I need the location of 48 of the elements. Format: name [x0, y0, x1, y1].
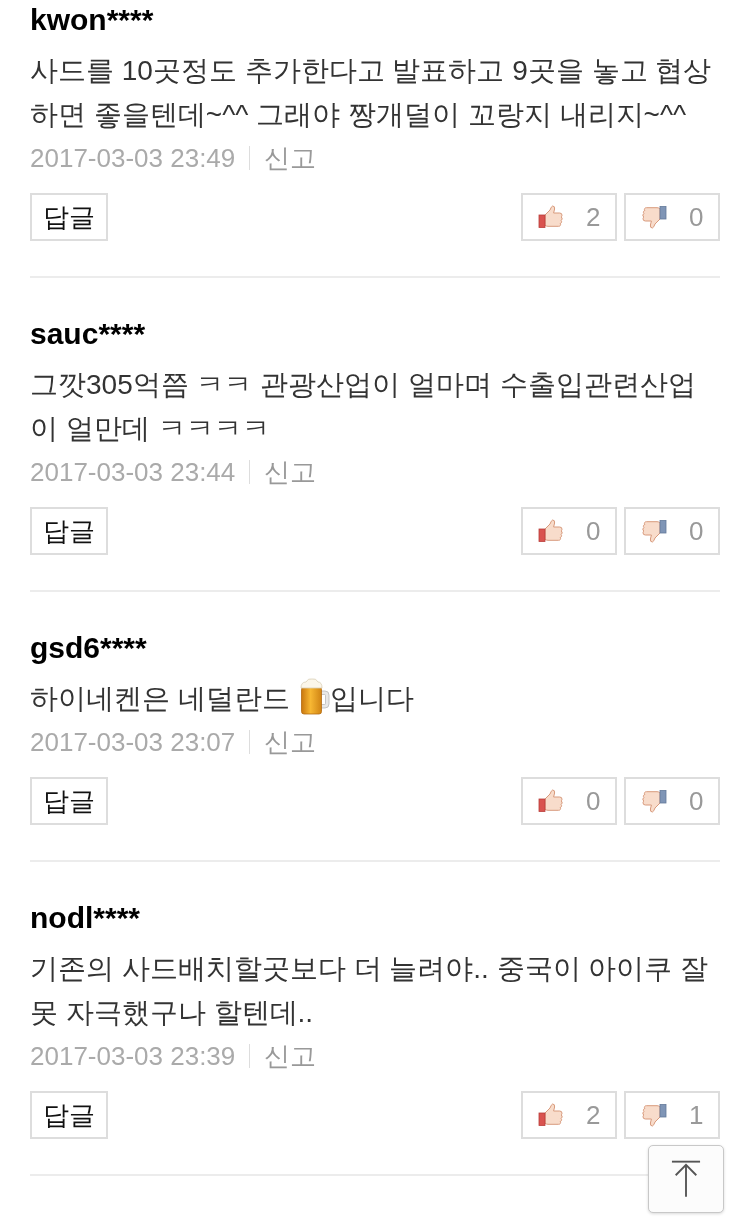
reply-button[interactable]: 답글: [30, 1091, 108, 1139]
reply-button[interactable]: 답글: [30, 507, 108, 555]
dislike-count: 0: [689, 515, 704, 547]
thumbs-up-icon: [538, 519, 564, 543]
beer-mug-icon: [299, 678, 330, 716]
username: nodl****: [30, 901, 141, 935]
thumbs-up-icon: [538, 1103, 564, 1127]
comment-date: 2017-03-03 23:44: [30, 457, 236, 487]
scroll-to-top-button[interactable]: [648, 1145, 724, 1213]
username: gsd6****: [30, 631, 148, 665]
like-count: 2: [586, 201, 601, 233]
comment-text: 사드를 10곳정도 추가한다고 발표하고 9곳을 놓고 협상하면 좋을텐데~^^ 그래야 짱개덜이 꼬랑지 내리지~^^: [30, 55, 712, 130]
dislike-count: 0: [689, 785, 704, 817]
reply-button[interactable]: 답글: [30, 777, 108, 825]
like-count: 2: [586, 1099, 601, 1131]
thumbs-up-icon: [538, 205, 564, 229]
thumbs-down-icon: [641, 789, 667, 813]
comment-text: 입니다: [329, 683, 414, 714]
username: kwon****: [30, 3, 155, 37]
comment-date: 2017-03-03 23:39: [30, 1041, 236, 1071]
thumbs-up-icon: [538, 789, 564, 813]
comment-date: 2017-03-03 23:07: [30, 727, 236, 757]
comment-text: 그깟305억쯤 ㅋㅋ 관광산업이 얼마며 수출입관련산업이 얼만데 ㅋㅋㅋㅋ: [30, 369, 696, 444]
dislike-count: 0: [689, 201, 704, 233]
dislike-button[interactable]: 0: [624, 777, 720, 825]
comment-text: 하이네켄은 네덜란드: [30, 683, 290, 714]
comment-date: 2017-03-03 23:49: [30, 143, 236, 173]
dislike-button[interactable]: 0: [624, 507, 720, 555]
thumbs-down-icon: [641, 205, 667, 229]
reply-button[interactable]: 답글: [30, 193, 108, 241]
report-link[interactable]: 신고: [264, 727, 317, 757]
like-count: 0: [586, 515, 601, 547]
like-button[interactable]: 0: [521, 777, 617, 825]
like-button[interactable]: 0: [521, 507, 617, 555]
report-link[interactable]: 신고: [264, 1041, 317, 1071]
like-button[interactable]: 2: [521, 193, 617, 241]
like-button[interactable]: 2: [521, 1091, 617, 1139]
comment-text: 기존의 사드배치할곳보다 더 늘려야.. 중국이 아이쿠 잘못 자극했구나 할텐데..: [30, 953, 709, 1028]
report-link[interactable]: 신고: [264, 143, 317, 173]
thumbs-down-icon: [641, 1103, 667, 1127]
dislike-count: 1: [689, 1099, 704, 1131]
like-count: 0: [586, 785, 601, 817]
thumbs-down-icon: [641, 519, 667, 543]
report-link[interactable]: 신고: [264, 457, 317, 487]
username: sauc****: [30, 317, 147, 351]
arrow-up-icon: [671, 1160, 701, 1198]
dislike-button[interactable]: 0: [624, 193, 720, 241]
dislike-button[interactable]: 1: [624, 1091, 720, 1139]
